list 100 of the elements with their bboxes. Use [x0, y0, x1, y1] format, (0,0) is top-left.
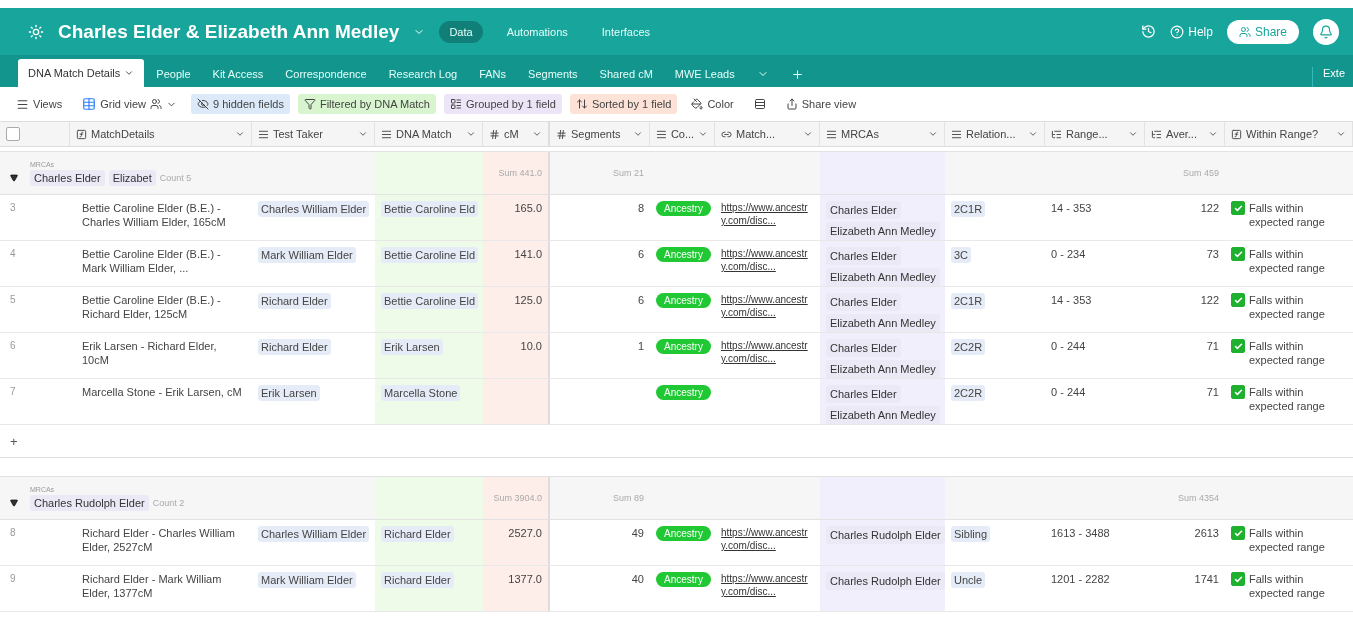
- column-header[interactable]: Relation...: [945, 122, 1045, 147]
- range-result-text: Falls within expected range: [1249, 201, 1326, 230]
- list-icon: [258, 128, 269, 140]
- table-tab[interactable]: Shared cM: [589, 61, 663, 87]
- menu-icon: [16, 97, 29, 111]
- record-chip[interactable]: Mark William Elder: [258, 572, 356, 589]
- collapse-icon[interactable]: [10, 173, 18, 182]
- record-chip[interactable]: Uncle: [951, 572, 986, 589]
- sort-button[interactable]: Sorted by 1 field: [569, 94, 678, 114]
- column-header[interactable]: Segments: [550, 122, 650, 147]
- record-chip[interactable]: Erik Larsen: [258, 385, 320, 402]
- table-cell: 10.0: [483, 333, 550, 379]
- record-chip[interactable]: Charles Rudolph Elder: [826, 526, 945, 545]
- group-sum: Sum 89: [612, 493, 644, 503]
- rows-icon: [753, 98, 766, 110]
- extensions-tab[interactable]: Exte: [1312, 67, 1353, 87]
- record-chip[interactable]: Elizabeth Ann Medley: [826, 360, 940, 378]
- record-chip[interactable]: Mark William Elder: [258, 247, 356, 264]
- record-chip[interactable]: Richard Elder: [258, 293, 331, 310]
- grid-icon: [82, 97, 97, 111]
- record-chip[interactable]: Charles William Elder: [258, 201, 370, 218]
- record-chip[interactable]: Charles Elder: [826, 201, 901, 220]
- match-url-link[interactable]: https://www.ancestry.com/disc...: [721, 247, 814, 273]
- record-chip[interactable]: Elizabeth Ann Medley: [826, 406, 940, 424]
- company-tag: Ancestry: [656, 526, 711, 541]
- record-chip[interactable]: Sibling: [951, 526, 991, 543]
- record-chip[interactable]: Charles Elder: [826, 385, 901, 404]
- table-tab[interactable]: People: [146, 61, 201, 87]
- add-row-button[interactable]: +: [0, 425, 70, 457]
- match-url-link[interactable]: https://www.ancestry.com/disc...: [721, 201, 814, 227]
- column-header[interactable]: Within Range?: [1225, 122, 1353, 147]
- record-chip[interactable]: Elizabeth Ann Medley: [826, 268, 940, 286]
- record-chip[interactable]: Charles Elder: [826, 293, 901, 312]
- record-chip[interactable]: Richard Elder: [381, 526, 454, 543]
- sort-icon: [575, 98, 588, 110]
- group-sum: Sum 441.0: [498, 168, 542, 178]
- record-chip[interactable]: 2C1R: [951, 201, 986, 218]
- group-sum: Sum 21: [612, 168, 644, 178]
- caret-icon: [1336, 129, 1346, 139]
- record-chip[interactable]: Charles Elder: [826, 247, 901, 266]
- match-url-link[interactable]: https://www.ancestry.com/disc...: [721, 293, 814, 319]
- table-tab[interactable]: MWE Leads: [664, 61, 745, 87]
- view-switcher-button[interactable]: Grid view: [76, 93, 183, 115]
- collapse-icon[interactable]: [10, 498, 18, 507]
- record-chip[interactable]: Bettie Caroline Eld: [381, 201, 479, 218]
- group-button[interactable]: Grouped by 1 field: [444, 94, 562, 114]
- table-tab[interactable]: Kit Access: [202, 61, 274, 87]
- match-url-link[interactable]: https://www.ancestry.com/disc...: [721, 572, 814, 598]
- hide-button[interactable]: 9 hidden fields: [191, 94, 290, 114]
- table-cell: 2527.0: [483, 520, 550, 566]
- record-chip[interactable]: Bettie Caroline Eld: [381, 293, 479, 310]
- nav-tab[interactable]: Data: [439, 20, 483, 43]
- share-button[interactable]: Share view: [779, 94, 863, 114]
- table-tab[interactable]: Research Log: [378, 61, 468, 87]
- column-header[interactable]: cM: [483, 122, 550, 147]
- column-header[interactable]: Range...: [1045, 122, 1145, 147]
- record-chip[interactable]: Marcella Stone: [381, 385, 461, 402]
- paint-bucket-icon: [691, 98, 704, 110]
- table-tab[interactable]: Segments: [518, 61, 588, 87]
- match-url-link[interactable]: https://www.ancestry.com/disc...: [721, 526, 814, 552]
- column-header[interactable]: Test Taker: [252, 122, 375, 147]
- views-button[interactable]: Views: [10, 93, 69, 115]
- table-tab[interactable]: Correspondence: [275, 61, 377, 87]
- column-header[interactable]: MatchDetails: [70, 122, 252, 147]
- base-title: Charles Elder & Elizabeth Ann Medley: [58, 20, 400, 43]
- record-chip[interactable]: Charles Rudolph Elder: [826, 572, 945, 591]
- record-chip[interactable]: 3C: [951, 247, 972, 264]
- record-chip[interactable]: Erik Larsen: [381, 339, 443, 356]
- record-chip[interactable]: Bettie Caroline Eld: [381, 247, 479, 264]
- range-result-text: Falls within expected range: [1249, 572, 1326, 601]
- column-header[interactable]: DNA Match: [375, 122, 483, 147]
- column-header[interactable]: MRCAs: [820, 122, 945, 147]
- record-chip[interactable]: Charles William Elder: [258, 526, 370, 543]
- record-chip[interactable]: Richard Elder: [381, 572, 454, 589]
- record-chip[interactable]: Charles Elder: [826, 339, 901, 358]
- notifications-button[interactable]: [1313, 18, 1339, 45]
- record-chip[interactable]: Elizabeth Ann Medley: [826, 314, 940, 332]
- group-count: Count 5: [159, 172, 192, 183]
- caret-icon: [633, 129, 643, 139]
- company-tag: Ancestry: [656, 339, 711, 354]
- group-sum: Sum 3904.0: [493, 493, 542, 503]
- filter-button[interactable]: Filtered by DNA Match: [297, 94, 436, 114]
- range-result-text: Falls within expected range: [1249, 339, 1326, 368]
- select-all-checkbox[interactable]: [6, 127, 20, 141]
- column-header[interactable]: Aver...: [1145, 122, 1225, 147]
- caret-icon: [803, 129, 813, 139]
- record-chip[interactable]: Elizabeth Ann Medley: [826, 222, 940, 240]
- table-tab[interactable]: FANs: [469, 61, 517, 87]
- color-button[interactable]: Color: [685, 94, 740, 114]
- company-tag: Ancestry: [656, 293, 711, 308]
- base-icon[interactable]: [28, 23, 44, 40]
- table-tab[interactable]: DNA Match Details: [18, 59, 145, 87]
- column-header[interactable]: Match...: [715, 122, 820, 147]
- column-header[interactable]: Co...: [650, 122, 715, 147]
- record-chip[interactable]: 2C2R: [951, 385, 986, 402]
- record-chip[interactable]: Richard Elder: [258, 339, 331, 356]
- match-url-link[interactable]: https://www.ancestry.com/disc...: [721, 339, 814, 365]
- record-chip[interactable]: 2C2R: [951, 339, 986, 356]
- record-chip[interactable]: 2C1R: [951, 293, 986, 310]
- history-icon[interactable]: [1141, 24, 1157, 39]
